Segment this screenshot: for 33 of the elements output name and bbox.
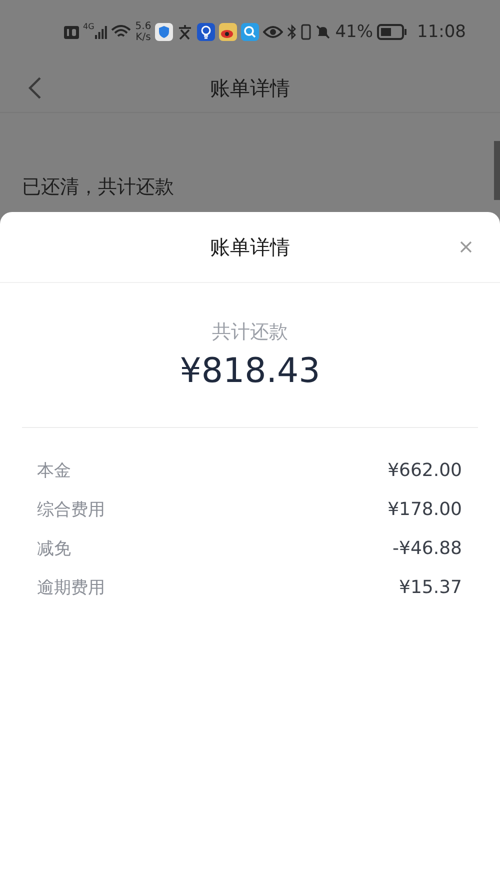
speed-unit: K/s	[136, 32, 151, 43]
scrollbar	[494, 141, 500, 200]
lightbulb-icon	[197, 23, 216, 41]
back-icon[interactable]	[28, 76, 42, 100]
phone-icon	[301, 24, 312, 40]
speed-value: 5.6	[135, 21, 152, 32]
sheet-title: 账单详情	[210, 234, 290, 260]
page-title: 账单详情	[210, 74, 290, 102]
signal-icon	[95, 26, 108, 38]
shield-icon	[155, 23, 174, 41]
battery-percent: 41%	[335, 22, 373, 42]
eye-logo-icon	[219, 23, 238, 41]
close-icon[interactable]	[460, 241, 472, 253]
clock-time: 11:08	[417, 22, 466, 42]
item-value: ¥662.00	[388, 460, 462, 481]
item-label: 综合费用	[37, 499, 105, 521]
total-label: 共计还款	[212, 320, 288, 345]
item-label: 逾期费用	[37, 577, 105, 599]
item-value: ¥15.37	[399, 577, 462, 598]
item-value: ¥178.00	[388, 499, 462, 520]
item-label: 减免	[37, 538, 71, 560]
total-amount: ¥818.43	[180, 351, 320, 391]
glyph-icon	[177, 24, 194, 40]
bluetooth-icon	[287, 24, 298, 40]
summary-label: 已还清，共计还款	[22, 175, 174, 200]
muted-bell-icon	[315, 24, 332, 40]
item-label: 本金	[37, 460, 71, 482]
battery-icon	[377, 24, 407, 40]
search-icon	[241, 23, 260, 41]
item-value: -¥46.88	[392, 538, 462, 559]
eye-icon	[263, 25, 284, 39]
wifi-icon	[111, 25, 132, 39]
network-type: 4G	[83, 22, 94, 31]
